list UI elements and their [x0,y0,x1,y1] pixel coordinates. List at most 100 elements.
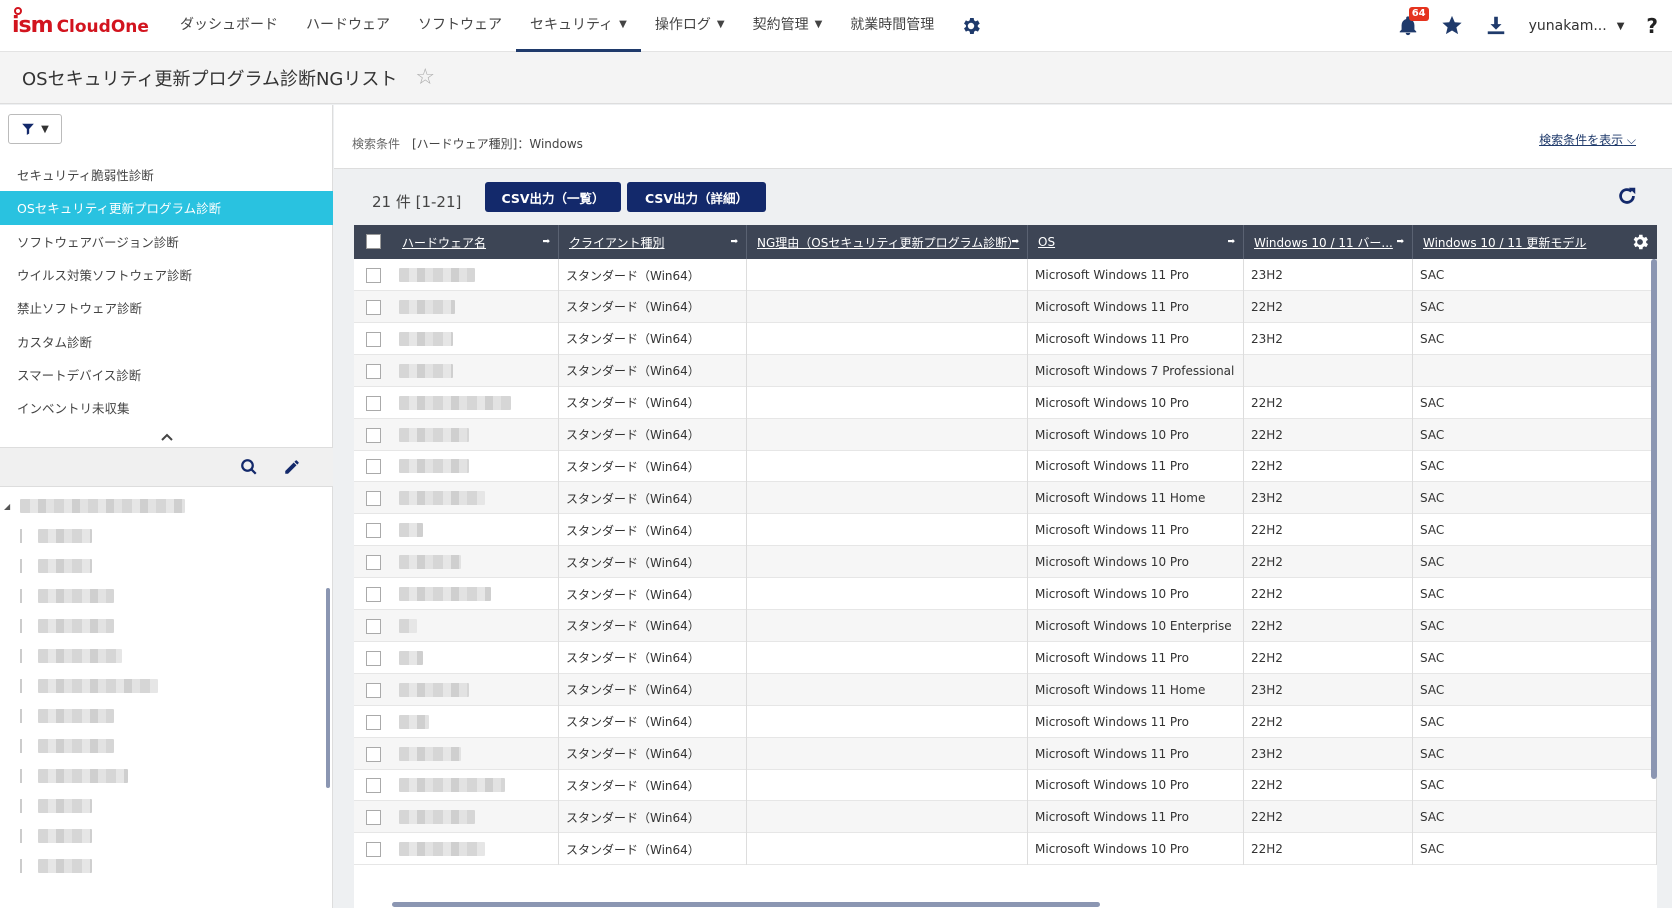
row-checkbox[interactable] [366,778,381,794]
sidebar-item-5[interactable]: カスタム診断 [0,324,333,357]
csv-export-list-button[interactable]: CSV出力（一覧） [485,182,621,212]
tree-node[interactable] [20,619,114,633]
table-row[interactable]: スタンダード（Win64） Microsoft Windows 11 Pro 22H… [354,705,1657,738]
row-checkbox[interactable] [366,427,381,443]
row-checkbox[interactable] [366,746,381,762]
hardware-name-cell[interactable] [392,705,559,738]
collapse-button[interactable] [0,427,333,447]
column-header-3[interactable]: OS ➡ [1028,225,1244,259]
help-button[interactable]: ? [1646,14,1658,38]
hardware-name-cell[interactable] [392,673,559,706]
nav-item-0[interactable]: ダッシュボード [166,0,292,52]
row-checkbox[interactable] [366,363,381,379]
column-header-0[interactable]: ハードウェア名 ➡ [392,225,559,259]
column-header-4[interactable]: Windows 10 / 11 バー... ➡ [1244,225,1413,259]
notifications-button[interactable]: 64 [1397,7,1429,37]
row-checkbox[interactable] [366,395,381,411]
row-checkbox[interactable] [366,618,381,634]
logo[interactable]: ism CloudOne [12,7,152,38]
row-checkbox[interactable] [366,682,381,698]
row-checkbox[interactable] [366,268,381,283]
table-row[interactable]: スタンダード（Win64） Microsoft Windows 10 Pro 22H… [354,578,1657,610]
column-header-2[interactable]: NG理由（OSセキュリティ更新プログラム診断） ➡ [747,225,1028,259]
tree-node[interactable] [20,709,114,723]
nav-item-5[interactable]: 契約管理 ▼ [739,0,837,52]
row-checkbox[interactable] [366,810,381,826]
hardware-name-cell[interactable] [392,578,559,610]
tree-root-node[interactable]: ◢ [4,499,186,513]
refresh-button[interactable] [1616,185,1638,210]
table-row[interactable]: スタンダード（Win64） Microsoft Windows 10 Pro 22H… [354,418,1657,451]
sidebar-item-6[interactable]: スマートデバイス診断 [0,358,333,391]
sidebar-item-4[interactable]: 禁止ソフトウェア診断 [0,291,333,324]
tree-node[interactable] [20,589,114,603]
star-outline-icon[interactable]: ☆ [415,65,435,90]
nav-item-6[interactable]: 就業時間管理 [836,0,948,52]
row-checkbox[interactable] [366,587,381,602]
tree-node[interactable] [20,679,158,693]
column-settings-button[interactable] [1623,225,1657,259]
row-checkbox[interactable] [366,842,381,858]
show-search-condition-link[interactable]: 検索条件を表示 ⌵ [1539,131,1636,148]
hardware-name-cell[interactable] [392,386,559,419]
tree-edit-button[interactable] [283,458,301,479]
sidebar-item-0[interactable]: セキュリティ脆弱性診断 [0,158,333,191]
table-horizontal-scrollbar[interactable] [392,902,1100,907]
hardware-name-cell[interactable] [392,450,559,483]
table-row[interactable]: スタンダード（Win64） Microsoft Windows 11 Pro 23H… [354,737,1657,770]
table-row[interactable]: スタンダード（Win64） Microsoft Windows 7 Profess… [354,354,1657,387]
row-checkbox[interactable] [366,714,381,730]
tree-node[interactable] [20,649,122,663]
nav-item-1[interactable]: ハードウェア [292,0,404,52]
pin-icon[interactable]: ➡ [1227,237,1235,247]
sidebar-item-1[interactable]: OSセキュリティ更新プログラム診断 [0,191,333,225]
column-header-5[interactable]: Windows 10 / 11 更新モデル [1413,225,1657,259]
tree-node[interactable] [20,859,92,873]
row-checkbox[interactable] [366,459,381,475]
hardware-name-cell[interactable] [392,290,559,323]
csv-export-detail-button[interactable]: CSV出力（詳細） [627,182,766,212]
tree-node[interactable] [20,739,114,753]
filter-button[interactable]: ▼ [8,114,62,144]
pin-icon[interactable]: ➡ [1011,237,1019,247]
table-row[interactable]: スタンダード（Win64） Microsoft Windows 10 Pro 22H… [354,386,1657,419]
hardware-name-cell[interactable] [392,737,559,770]
nav-item-3[interactable]: セキュリティ ▼ [516,0,641,52]
hardware-name-cell[interactable] [392,322,559,355]
sidebar-item-7[interactable]: インベントリ未収集 [0,391,333,424]
nav-item-2[interactable]: ソフトウェア [404,0,516,52]
tree-node[interactable] [20,799,92,813]
table-row[interactable]: スタンダード（Win64） Microsoft Windows 11 Pro 23H… [354,259,1657,291]
row-checkbox[interactable] [366,555,381,571]
user-menu[interactable]: yunakam... ▼ [1529,18,1625,34]
hardware-name-cell[interactable] [392,769,559,802]
sidebar-item-3[interactable]: ウイルス対策ソフトウェア診断 [0,258,333,291]
column-header-1[interactable]: クライアント種別 ➡ [559,225,747,259]
hardware-name-cell[interactable] [392,418,559,451]
table-row[interactable]: スタンダード（Win64） Microsoft Windows 11 Home 23… [354,673,1657,706]
hardware-name-cell[interactable] [392,641,559,674]
table-row[interactable]: スタンダード（Win64） Microsoft Windows 10 Pro 22H… [354,769,1657,802]
row-checkbox[interactable] [366,491,381,507]
row-checkbox[interactable] [366,523,381,539]
hardware-name-cell[interactable] [392,801,559,834]
expand-triangle-icon[interactable]: ◢ [4,502,10,511]
table-row[interactable]: スタンダード（Win64） Microsoft Windows 11 Pro 22H… [354,290,1657,323]
tree-node[interactable] [20,529,92,543]
hardware-name-cell[interactable] [392,609,559,642]
tree-node[interactable] [20,829,92,843]
hardware-name-cell[interactable] [392,482,559,515]
tree-node[interactable] [20,769,128,783]
hardware-name-cell[interactable] [392,259,559,291]
hardware-name-cell[interactable] [392,514,559,547]
hardware-name-cell[interactable] [392,354,559,387]
favorites-button[interactable] [1441,14,1463,39]
settings-button[interactable] [948,0,994,52]
table-vertical-scrollbar[interactable] [1651,259,1657,779]
row-checkbox[interactable] [366,331,381,347]
table-row[interactable]: スタンダード（Win64） Microsoft Windows 11 Pro 22H… [354,801,1657,834]
table-row[interactable]: スタンダード（Win64） Microsoft Windows 10 Pro 22H… [354,546,1657,579]
table-row[interactable]: スタンダード（Win64） Microsoft Windows 11 Home 23… [354,482,1657,515]
pin-icon[interactable]: ➡ [542,237,550,247]
tree-search-button[interactable] [240,458,258,479]
